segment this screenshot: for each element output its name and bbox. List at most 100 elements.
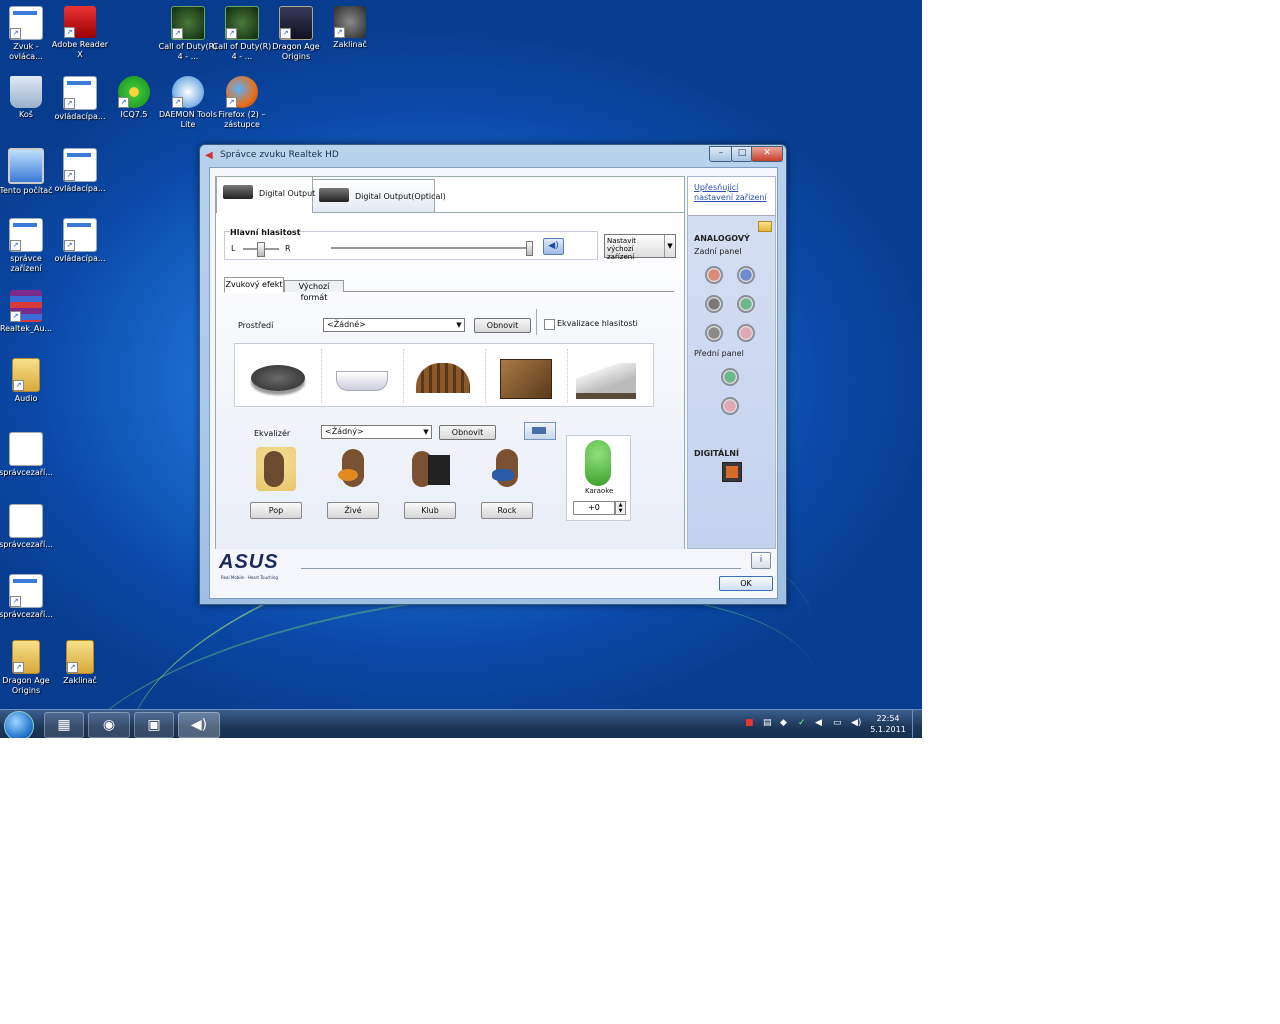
desktop-icon[interactable]: ↗ Dragon Age Origins (266, 6, 326, 62)
eq-preset-club-button[interactable]: Klub (404, 502, 456, 519)
pianist-icon[interactable] (400, 445, 460, 495)
pop-singer-icon[interactable] (246, 445, 306, 495)
subtab-default-format[interactable]: Výchozí formát (284, 280, 344, 302)
desktop-icon[interactable]: Koš (0, 76, 56, 120)
balance-slider-thumb[interactable] (257, 242, 265, 257)
desktop-icon[interactable]: ↗ Dragon Age Origins (0, 640, 56, 696)
title-bar[interactable]: ◀ Správce zvuku Realtek HD – □ ✕ (200, 145, 786, 165)
balance-slider[interactable] (243, 242, 279, 257)
colosseum-icon[interactable] (403, 349, 482, 403)
advanced-settings-box: Upřesňující nastavení zařízení (688, 177, 775, 216)
audio-jack-icon[interactable] (737, 295, 755, 313)
environment-reset-button[interactable]: Obnovit (474, 318, 531, 333)
desktop-icon[interactable]: ↗ ovládacípa... (50, 148, 110, 194)
start-button[interactable] (4, 711, 34, 738)
bathtub-icon[interactable] (321, 349, 400, 403)
desktop-icon[interactable]: Tento počítač (0, 148, 56, 196)
subtab-sound-effect[interactable]: Zvukový efekt (224, 277, 284, 293)
karaoke-stepper[interactable]: ▲ ▼ (615, 501, 626, 515)
volume-slider-thumb[interactable] (526, 241, 533, 256)
desktop-icon-label: Koš (19, 110, 33, 119)
folder-icon[interactable] (758, 221, 772, 232)
firefox-icon: ◉ (102, 717, 116, 733)
loudness-checkbox[interactable] (544, 319, 555, 330)
desktop-icon[interactable]: ↗ Call of Duty(R) 4 - ... (158, 6, 218, 62)
desktop-icon[interactable]: ↗ Zaklinač (320, 6, 380, 50)
display-tray-icon[interactable]: ▭ (833, 718, 842, 728)
network-icon[interactable]: ▤ (763, 718, 772, 728)
audio-jack-icon[interactable] (721, 397, 739, 415)
audio-jack-icon[interactable] (705, 295, 723, 313)
daemon-tools-icon: ↗ (172, 76, 204, 108)
environment-dropdown[interactable]: <Žádné> ▼ (323, 318, 465, 332)
desktop-icon[interactable]: ↗ Audio (0, 358, 56, 404)
desktop-icon[interactable]: ↗ ovládacípa... (50, 218, 110, 264)
desktop-icon[interactable]: ↗ Realtek_Au... (0, 290, 56, 334)
audio-jack-icon[interactable] (705, 324, 723, 342)
desktop-icon[interactable]: ↗ ovládacípa... (50, 76, 110, 122)
maximize-button[interactable]: □ (731, 146, 753, 162)
volume-tray-icon[interactable]: ◀ (815, 718, 822, 728)
taskbar: ▦ ◉ ▣ ◀) ■ ▤ ◆ ✓ ◀ ▭ ◀) 22:54 5.1.2011 (0, 709, 922, 738)
tab-digital-output[interactable]: Digital Output (216, 176, 315, 213)
eq-preset-pop-button[interactable]: Pop (250, 502, 302, 519)
window-icon: ↗ (9, 218, 43, 252)
desktop-icon[interactable]: ↗ správcezaří... (0, 574, 56, 620)
info-button[interactable]: i (751, 552, 771, 569)
clock[interactable]: 22:54 5.1.2011 (866, 713, 910, 735)
chevron-down-icon[interactable]: ▼ (664, 235, 675, 257)
desktop-icon[interactable]: správcezaří... (0, 504, 56, 550)
guitarist-icon[interactable] (324, 445, 384, 495)
explorer-taskbar-button[interactable]: ▦ (44, 712, 84, 738)
show-desktop-button[interactable] (912, 710, 922, 738)
shortcut-arrow-icon: ↗ (10, 596, 21, 607)
realtek-taskbar-button[interactable]: ◀) (178, 712, 220, 738)
eq-preset-live-button[interactable]: Živé (327, 502, 379, 519)
firefox-taskbar-button[interactable]: ◉ (88, 712, 130, 738)
flag-icon[interactable]: ■ (745, 718, 754, 728)
opera-house-icon[interactable] (567, 349, 646, 403)
desktop-icon[interactable]: ↗ Zaklinač (50, 640, 110, 686)
desktop-icon-label: ovládacípa... (54, 254, 106, 263)
desktop-icon[interactable]: ↗ ICQ7.5 (104, 76, 164, 120)
close-button[interactable]: ✕ (751, 146, 783, 162)
desktop-icon[interactable]: ↗ Zvuk - ovláca... (0, 6, 56, 62)
audio-jack-icon[interactable] (705, 266, 723, 284)
karaoke-label: Karaoke (585, 487, 614, 495)
sound-tray-icon[interactable]: ◀) (851, 718, 861, 728)
desktop-icon[interactable]: ↗ správce zařízení (0, 218, 56, 274)
desktop-icon-label: správcezaří... (0, 540, 53, 549)
minimize-button[interactable]: – (709, 146, 733, 162)
wooden-room-icon[interactable] (485, 349, 564, 403)
advanced-settings-link[interactable]: Upřesňující nastavení zařízení (694, 183, 772, 203)
desktop-icon-label: Audio (14, 394, 38, 403)
audio-jack-icon[interactable] (737, 324, 755, 342)
tab-digital-output-optical[interactable]: Digital Output(Optical) (312, 179, 446, 212)
rock-guitarist-icon[interactable] (478, 445, 538, 495)
chevron-down-icon: ▼ (456, 321, 462, 329)
update-tray-icon[interactable]: ✓ (798, 718, 806, 728)
equalizer-label: Ekvalizér (254, 429, 291, 438)
stone-disc-icon[interactable] (239, 349, 317, 403)
audio-jack-icon[interactable] (721, 368, 739, 386)
desktop-icon[interactable]: ↗ DAEMON Tools Lite (158, 76, 218, 130)
mute-speaker-icon[interactable]: ◀) (543, 238, 564, 255)
set-default-device-button[interactable]: Nastavit výchozí zařízení ▼ (604, 234, 676, 261)
control-panel-taskbar-button[interactable]: ▣ (134, 712, 174, 738)
audio-jack-icon[interactable] (737, 266, 755, 284)
desktop-icon[interactable]: správcezaří... (0, 432, 56, 478)
ok-button[interactable]: OK (719, 576, 773, 591)
graphic-eq-icon[interactable] (524, 422, 556, 440)
digital-connector-icon[interactable] (722, 462, 742, 482)
volume-slider[interactable] (331, 241, 533, 256)
desktop-icon-label: Adobe Reader X (51, 40, 109, 59)
eq-preset-rock-button[interactable]: Rock (481, 502, 533, 519)
daemon-tray-icon[interactable]: ◆ (780, 718, 787, 728)
desktop-icon[interactable]: ↗ Adobe Reader X (50, 6, 110, 60)
desktop-icon[interactable]: ↗ Firefox (2) – zástupce (212, 76, 272, 130)
desktop-icon[interactable]: ↗ Call of Duty(R) 4 - ... (212, 6, 272, 62)
equalizer-reset-button[interactable]: Obnovit (439, 425, 496, 440)
realtek-window[interactable]: ◀ Správce zvuku Realtek HD – □ ✕ Digital… (199, 144, 787, 605)
equalizer-dropdown[interactable]: <Žádný> ▼ (321, 425, 432, 439)
karaoke-value-input[interactable]: +0 (573, 501, 615, 515)
